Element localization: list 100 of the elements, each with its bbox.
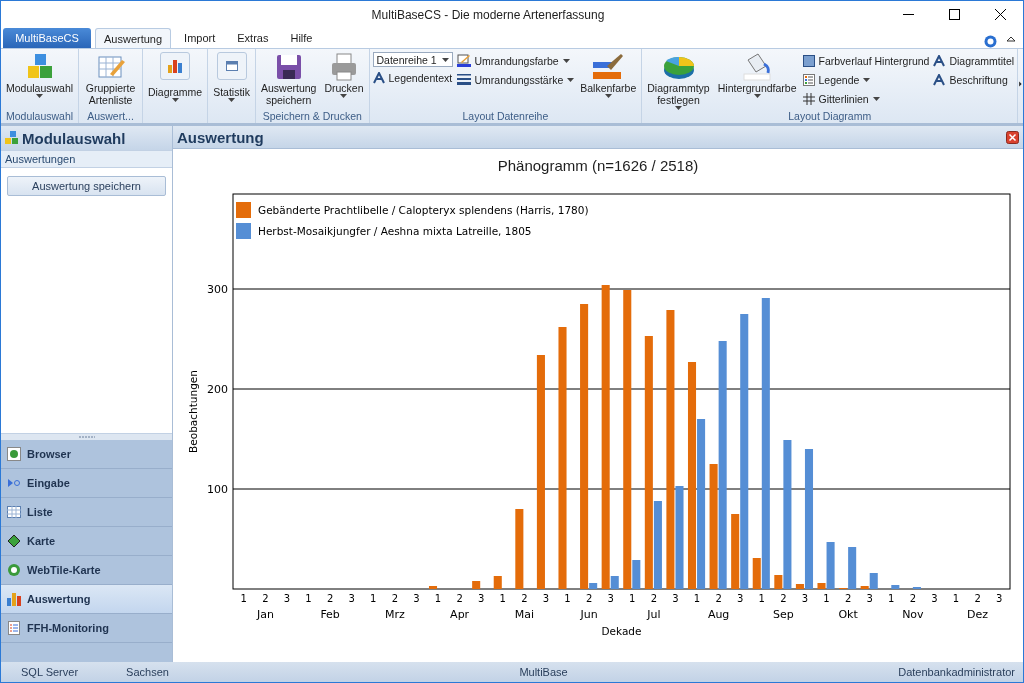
x-tick-label: 3 <box>866 593 873 604</box>
x-tick-label: 1 <box>888 593 895 604</box>
x-tick-label: 1 <box>823 593 830 604</box>
ribbon-tab[interactable]: Import <box>175 27 225 48</box>
ribbon-group-label: Auswert... <box>86 110 135 123</box>
application-menu-button[interactable]: MultiBaseCS <box>3 28 91 48</box>
month-label: Jan <box>256 608 274 621</box>
globe-magnifier-icon <box>7 563 21 577</box>
month-label: Okt <box>838 608 858 621</box>
status-text: Datenbankadministrator <box>897 666 1016 678</box>
ribbon-button[interactable]: Legendentext <box>372 69 453 86</box>
x-tick-label: 1 <box>952 593 960 604</box>
splitter-handle[interactable] <box>1 434 172 440</box>
ribbon-tab[interactable]: Auswertung <box>95 28 172 48</box>
x-tick-label: 2 <box>326 593 334 604</box>
x-tick-label: 2 <box>780 593 787 604</box>
ribbon-button[interactable]: Statistik <box>211 52 252 110</box>
month-label: Feb <box>320 608 340 621</box>
x-tick-label: 1 <box>240 593 247 604</box>
x-tick-label: 1 <box>305 593 312 604</box>
x-axis-title: Dekade <box>601 625 642 637</box>
month-label: Jun <box>580 608 598 621</box>
sidebar-title: Modulauswahl <box>22 129 126 147</box>
ribbon-button[interactable]: Legende <box>802 71 930 88</box>
x-tick-label: 3 <box>542 593 550 604</box>
ribbon-group-label: Speichern & Drucken <box>261 110 363 123</box>
ribbon-button[interactable]: Modulauswahl <box>4 52 76 110</box>
bar <box>891 585 900 589</box>
ribbon-button[interactable]: Diagrammtyp festlegen <box>645 52 712 110</box>
ribbon-button[interactable]: Balkenfarbe <box>578 52 639 110</box>
x-tick-label: 1 <box>693 593 701 604</box>
caret-icon <box>562 58 570 63</box>
ribbon-group-label: Modulauswahl <box>5 110 75 123</box>
ribbon-tab[interactable]: Hilfe <box>281 27 322 48</box>
ribbon-group-label: Layout Diagramm <box>787 110 873 123</box>
series-dropdown[interactable]: Datenreihe 1 <box>372 52 453 67</box>
maximize-icon <box>948 9 960 20</box>
x-tick-label: 3 <box>607 593 614 604</box>
list-icon <box>7 621 21 635</box>
x-tick-label: 3 <box>931 593 938 604</box>
x-tick-label: 1 <box>629 593 636 604</box>
table-icon <box>225 61 238 71</box>
close-icon[interactable] <box>1006 130 1019 144</box>
x-tick-label: 2 <box>585 593 593 604</box>
legend-label: Herbst-Mosaikjungfer / Aeshna mixta Latreille, 1805 <box>258 225 532 237</box>
legend-icon <box>802 73 815 86</box>
month-label: Sep <box>773 608 794 621</box>
caret-icon <box>863 77 871 82</box>
legend-label: Gebänderte Prachtlibelle / Calopteryx splendens (Harris, 1780) <box>258 204 589 216</box>
chart-title: Phänogramm (n=1626 / 2518) <box>496 157 700 176</box>
caret-icon <box>340 94 348 98</box>
x-tick-label: 3 <box>801 593 809 604</box>
ribbon-button[interactable]: Umrandungsfarbe <box>456 52 575 69</box>
x-tick-label: 3 <box>283 593 291 604</box>
close-icon <box>994 9 1006 20</box>
save-evaluation-button[interactable]: Auswertung speichern <box>7 176 166 196</box>
ribbon-button[interactable]: Farbverlauf Hintergrund <box>802 52 930 69</box>
x-tick-label: 2 <box>909 593 917 604</box>
ribbon-button[interactable]: Hintergrundfarbe <box>715 52 799 110</box>
help-icon[interactable] <box>984 35 997 48</box>
month-label: Dez <box>967 608 989 621</box>
navigation-item[interactable]: Auswertung <box>1 585 172 614</box>
gradient-square-icon <box>802 54 815 67</box>
x-tick-label: 2 <box>650 593 658 604</box>
letter-a-icon <box>933 54 946 67</box>
x-tick-label: 1 <box>434 593 442 604</box>
x-tick-label: 3 <box>996 593 1003 604</box>
y-tick-label: 200 <box>207 383 228 396</box>
month-label: Apr <box>450 608 470 621</box>
status-text: SQL Server <box>20 666 80 678</box>
section-header: Auswertungen <box>1 150 172 168</box>
x-tick-label: 3 <box>672 593 679 604</box>
ribbon-button[interactable]: Gitterlinien <box>802 90 930 107</box>
play-icon <box>7 476 21 490</box>
ribbon-button[interactable]: Gruppierte Artenliste <box>82 52 139 110</box>
x-tick-label: 3 <box>478 593 485 604</box>
ribbon-group-label: Layout Datenreihe <box>461 110 550 123</box>
ribbon-tab[interactable]: Extras <box>228 27 278 48</box>
ribbon-button[interactable]: Beschriftung <box>933 71 1015 88</box>
bar <box>429 586 438 589</box>
ribbon-button[interactable]: Drucken <box>322 52 366 110</box>
month-label: Aug <box>707 608 730 621</box>
letter-a-icon <box>372 71 385 84</box>
bar <box>493 576 502 589</box>
ribbon-button[interactable]: Auswertung speichern <box>258 52 319 110</box>
globe-icon <box>7 447 21 461</box>
grid-icon <box>802 92 815 105</box>
bar <box>472 581 481 589</box>
ribbon-button[interactable]: Diagramme <box>145 52 205 110</box>
x-tick-label: 3 <box>413 593 420 604</box>
ribbon-button[interactable]: Diagrammtitel <box>933 52 1015 69</box>
letter-a-icon <box>933 73 946 86</box>
x-tick-label: 2 <box>715 593 722 604</box>
caret-icon <box>171 98 179 102</box>
ribbon-button[interactable]: Umrandungsstärke <box>456 71 575 88</box>
month-label: Jul <box>647 608 661 621</box>
bar-chart-icon <box>7 592 21 606</box>
caret-icon <box>675 106 682 110</box>
map-icon <box>7 534 21 548</box>
y-axis-title: Beobachtungen <box>187 370 199 453</box>
